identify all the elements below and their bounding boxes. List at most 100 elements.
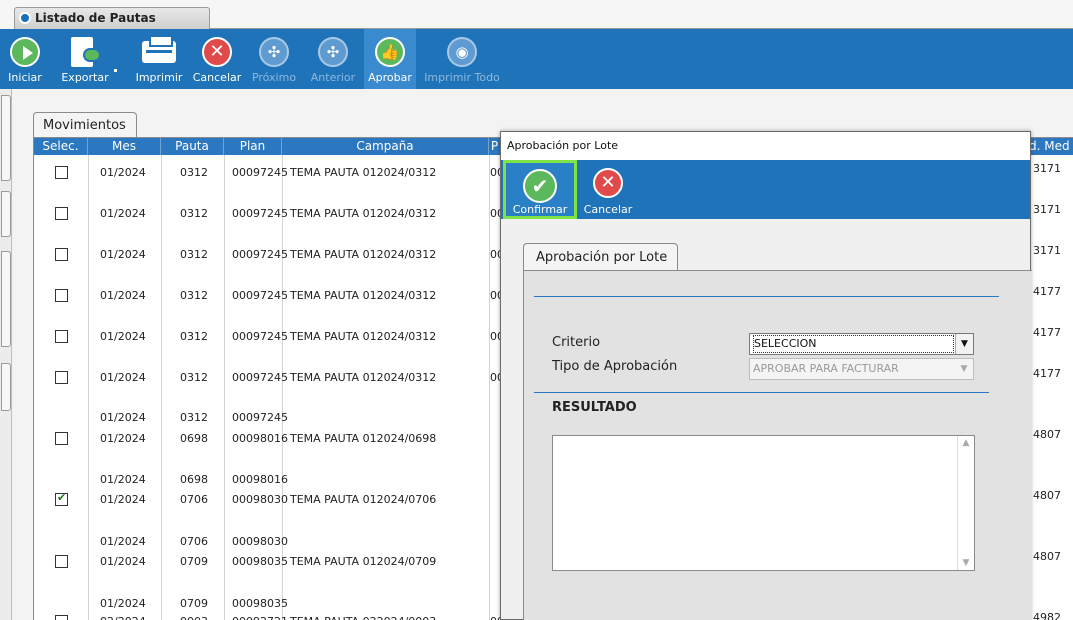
col-med[interactable]: d. Med xyxy=(1029,138,1073,155)
cell-med: 4982 xyxy=(1033,611,1061,620)
aprobacion-por-lote-dialog: Aprobación por Lote ✔ Confirmar ✕ Cancel… xyxy=(500,131,1032,620)
document-tab-strip: Listado de Pautas Pendientes xyxy=(0,0,1073,45)
scrollbar[interactable]: ▲ ▼ xyxy=(957,436,974,570)
row-checkbox[interactable] xyxy=(55,555,68,568)
cell-pauta: 0709 xyxy=(180,597,208,610)
cell-mes: 01/2024 xyxy=(100,330,146,343)
cell-campana: TEMA PAUTA 012024/0709 xyxy=(290,555,437,568)
criterio-label: Criterio xyxy=(552,335,601,350)
imprimir-todo-button[interactable]: ◉ Imprimir Todo xyxy=(422,29,502,89)
side-tab-1[interactable] xyxy=(1,95,11,181)
section-divider xyxy=(534,392,989,393)
proximo-label: Próximo xyxy=(251,71,297,84)
confirmar-button[interactable]: ✔ Confirmar xyxy=(503,160,577,219)
next-icon: ✣ xyxy=(259,37,289,67)
aprobar-label: Aprobar xyxy=(368,71,412,84)
play-icon xyxy=(10,37,40,67)
col-selec[interactable]: Selec. xyxy=(34,138,88,155)
side-tab-4[interactable] xyxy=(1,363,11,411)
anterior-label: Anterior xyxy=(310,71,356,84)
cell-mes: 01/2024 xyxy=(100,535,146,548)
resultado-label: RESULTADO xyxy=(552,400,637,415)
cell-plan: 00098035 xyxy=(232,555,288,568)
iniciar-button[interactable]: Iniciar xyxy=(0,29,50,89)
cell-plan: 00092721 xyxy=(232,615,288,620)
imprimir-label: Imprimir xyxy=(135,71,183,84)
cell-campana: TEMA PAUTA 012024/0698 xyxy=(290,432,437,445)
cell-plan: 00097245 xyxy=(232,289,288,302)
anterior-button[interactable]: ✣ Anterior xyxy=(306,29,360,89)
col-campana[interactable]: Campaña xyxy=(282,138,489,155)
row-checkbox[interactable] xyxy=(55,330,68,343)
exportar-label: Exportar xyxy=(61,71,109,84)
cell-plan: 00097245 xyxy=(232,371,288,384)
cell-campana: TEMA PAUTA 012024/0312 xyxy=(290,330,437,343)
tipo-aprobacion-label: Tipo de Aprobación xyxy=(552,359,678,374)
row-checkbox[interactable] xyxy=(55,207,68,220)
confirmar-label: Confirmar xyxy=(512,203,568,216)
dialog-cancelar-label: Cancelar xyxy=(583,203,633,216)
imprimir-todo-label: Imprimir Todo xyxy=(424,71,500,84)
criterio-value: SELECCION xyxy=(753,335,954,353)
criterio-select[interactable]: SELECCION ▼ xyxy=(749,333,974,355)
printer-icon xyxy=(142,35,176,63)
cell-med: 4807 xyxy=(1033,550,1061,563)
cell-med: 4807 xyxy=(1033,428,1061,441)
row-checkbox[interactable] xyxy=(55,491,68,506)
cell-plan: 00098030 xyxy=(232,493,288,506)
col-pauta[interactable]: Pauta xyxy=(161,138,224,155)
cell-mes: 01/2024 xyxy=(100,289,146,302)
side-tab-3[interactable] xyxy=(1,251,11,347)
cell-mes: 01/2024 xyxy=(100,166,146,179)
cell-plan: 00098016 xyxy=(232,473,288,486)
dialog-toolbar: ✔ Confirmar ✕ Cancelar xyxy=(501,160,1030,219)
export-icon xyxy=(71,37,101,67)
cell-campana: TEMA PAUTA 012024/0706 xyxy=(290,493,437,506)
chevron-down-icon[interactable]: ▼ xyxy=(955,334,973,354)
cell-med: 4807 xyxy=(1033,489,1061,502)
resultado-textarea[interactable]: ▲ ▼ xyxy=(552,435,975,571)
col-plan[interactable]: Plan xyxy=(224,138,282,155)
side-tab-2[interactable] xyxy=(1,191,11,237)
exportar-button[interactable]: Exportar xyxy=(56,29,114,89)
cell-mes: 01/2024 xyxy=(100,411,146,424)
dialog-cancelar-button[interactable]: ✕ Cancelar xyxy=(581,160,635,219)
chevron-down-icon[interactable]: ▼ xyxy=(955,359,973,379)
aprobar-button[interactable]: 👍 Aprobar xyxy=(364,29,416,89)
proximo-button[interactable]: ✣ Próximo xyxy=(249,29,299,89)
row-checkbox[interactable] xyxy=(55,289,68,302)
print-all-icon: ◉ xyxy=(447,37,477,67)
movimientos-tab[interactable]: Movimientos xyxy=(33,112,137,138)
export-dropdown-icon[interactable] xyxy=(114,69,117,72)
cell-pauta: 0706 xyxy=(180,535,208,548)
cell-pauta: 0312 xyxy=(180,207,208,220)
col-mes[interactable]: Mes xyxy=(88,138,161,155)
row-checkbox[interactable] xyxy=(55,615,68,620)
cell-campana: TEMA PAUTA 012024/0312 xyxy=(290,207,437,220)
row-checkbox[interactable] xyxy=(55,166,68,179)
cell-mes: 01/2024 xyxy=(100,248,146,261)
row-checkbox[interactable] xyxy=(55,248,68,261)
cell-mes: 02/2024 xyxy=(100,615,146,620)
cell-plan: 00097245 xyxy=(232,166,288,179)
cell-med: 3171 xyxy=(1033,203,1061,216)
cell-pauta: 0312 xyxy=(180,330,208,343)
cell-plan: 00098030 xyxy=(232,535,288,548)
check-icon: ✔ xyxy=(523,169,557,203)
scroll-up-icon[interactable]: ▲ xyxy=(958,438,974,448)
cell-mes: 01/2024 xyxy=(100,597,146,610)
cancelar-button[interactable]: ✕ Cancelar xyxy=(190,29,244,89)
scroll-down-icon[interactable]: ▼ xyxy=(958,558,974,568)
tipo-aprobacion-select[interactable]: APROBAR PARA FACTURAR ▼ xyxy=(749,358,974,380)
cell-pauta: 0003 xyxy=(180,615,208,620)
document-tab[interactable]: Listado de Pautas Pendientes xyxy=(14,7,210,45)
cell-mes: 01/2024 xyxy=(100,493,146,506)
cell-pauta: 0312 xyxy=(180,289,208,302)
aprobacion-lote-tab[interactable]: Aprobación por Lote xyxy=(523,243,678,271)
imprimir-button[interactable]: Imprimir xyxy=(131,29,187,89)
cell-plan: 00097245 xyxy=(232,248,288,261)
cell-pauta: 0698 xyxy=(180,432,208,445)
cell-med: 4177 xyxy=(1033,326,1061,339)
row-checkbox[interactable] xyxy=(55,371,68,384)
row-checkbox[interactable] xyxy=(55,432,68,445)
